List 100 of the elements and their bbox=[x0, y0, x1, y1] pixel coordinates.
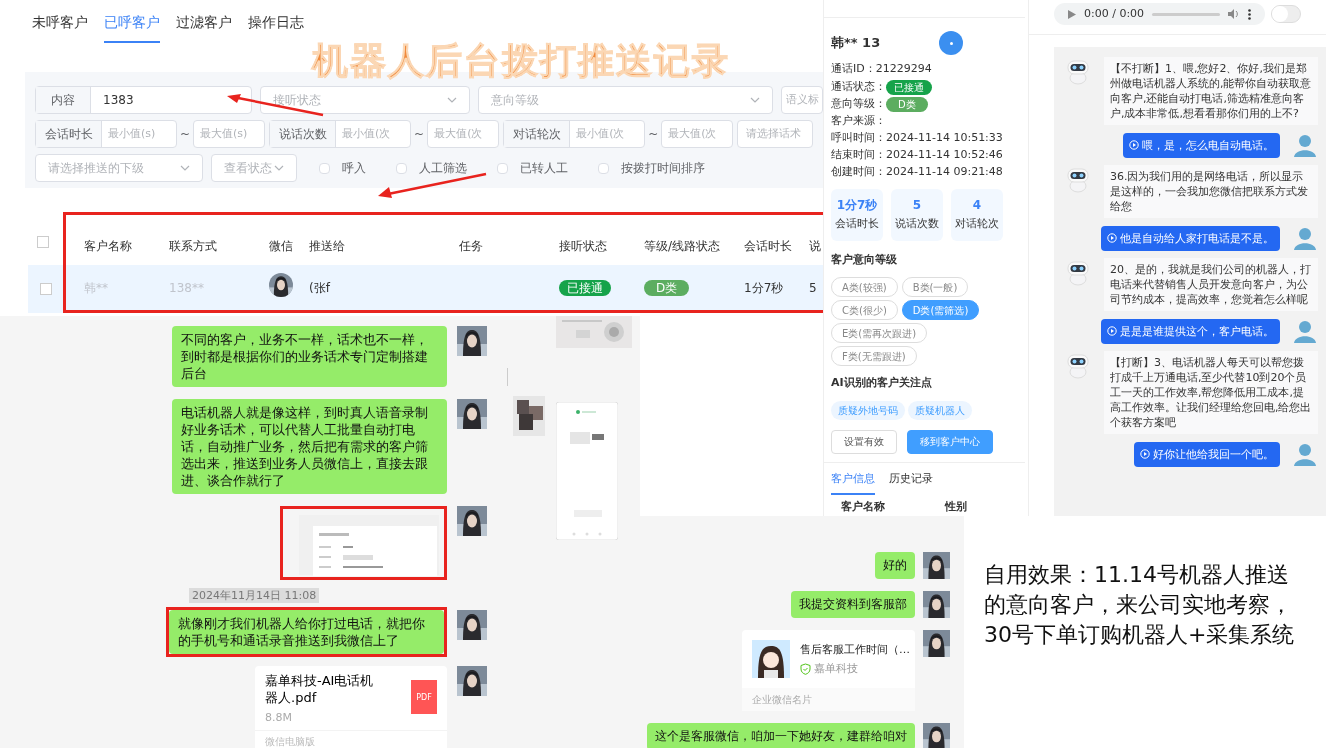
chat-bubble: 好的 bbox=[875, 552, 915, 579]
column-header: 会话时长 bbox=[744, 238, 793, 255]
chat-bubble: 电话机器人就是像这样，到时真人语音录制好业务话术，可以代替人工批量自动打电话，自动推广业务，然后把有需求的客户筛选出来，推送到业务人员微信上，直接去跟进、谈合作就行了 bbox=[172, 399, 447, 494]
contact-company: 嘉单科技 bbox=[814, 661, 858, 677]
user-icon bbox=[1292, 132, 1318, 158]
chat-bubble: 这个是客服微信，咱加一下她好友，建群给咱对 bbox=[647, 723, 915, 748]
select-field[interactable]: 语义标 bbox=[781, 86, 823, 114]
timestamp: 2024年11月14日 11:08 bbox=[189, 588, 320, 603]
play-circle-icon bbox=[1129, 140, 1139, 150]
max-field[interactable]: 最大值(次 bbox=[661, 120, 734, 148]
tab[interactable]: 操作日志 bbox=[248, 12, 304, 43]
row-checkbox[interactable] bbox=[40, 283, 52, 295]
audio-player[interactable]: 0:00 / 0:00 bbox=[1054, 3, 1265, 25]
voice-message[interactable]: 好你让他给我回一个吧。 bbox=[1134, 441, 1280, 467]
header-checkbox[interactable] bbox=[37, 235, 49, 248]
column-header: 客户名称 bbox=[84, 238, 133, 255]
content-field[interactable]: 内容 1383 bbox=[35, 86, 253, 114]
field-value: 1383 bbox=[102, 92, 135, 109]
file-card[interactable]: 嘉单科技-AI电话机器人.pdf 8.8M PDF 微信电脑版 bbox=[255, 666, 447, 748]
table-cell-text: (张f bbox=[309, 279, 332, 297]
voice-message[interactable]: 他是自动给人家打电话是不是。 bbox=[1101, 225, 1280, 251]
robot-message: 【打断】3、电话机器人每天可以帮您拨打成千上万通电话,至少代替10到20个员工一天的工作效率,帮您降低用工成本,提高工作效率。让我们经理给您回电,给您出个获客方案吧 bbox=[1104, 351, 1318, 434]
field-label: 通话状态： bbox=[831, 79, 886, 96]
tab[interactable]: 过滤客户 bbox=[176, 12, 232, 43]
volume-icon[interactable] bbox=[1228, 9, 1240, 19]
voice-message[interactable]: 喂，是，怎么电自动电话。 bbox=[1123, 132, 1280, 158]
column-header: 说 bbox=[809, 238, 822, 255]
section-title: 客户意向等级 bbox=[831, 251, 898, 268]
chevron-down-icon bbox=[446, 97, 457, 103]
intent-option[interactable]: A类(较强) bbox=[831, 277, 898, 297]
call-id: 通话ID：21229294 bbox=[831, 61, 933, 77]
avatar bbox=[457, 666, 487, 696]
play-icon[interactable] bbox=[1068, 9, 1076, 19]
avatar bbox=[457, 610, 487, 640]
action-button[interactable]: 设置有效 bbox=[831, 429, 897, 454]
intent-option[interactable]: F类(无需跟进) bbox=[831, 346, 917, 366]
note-text: 自用效果：11.14号机器人推送的意向客户，来公司实地考察，30号下单订购机器人+采集系统 bbox=[984, 561, 1296, 649]
max-field[interactable]: 最大值(次 bbox=[427, 120, 500, 148]
column-header: 等级/线路状态 bbox=[644, 238, 722, 255]
card-footer: 企业微信名片 bbox=[742, 688, 915, 711]
play-circle-icon bbox=[1107, 326, 1117, 336]
robot-icon bbox=[1064, 258, 1092, 286]
select-field[interactable]: 请选择话术 bbox=[737, 120, 814, 148]
select-field[interactable]: 查看状态 bbox=[211, 154, 297, 182]
field-value: 2024-11-14 10:52:46 bbox=[886, 147, 1003, 164]
avatar bbox=[269, 273, 293, 297]
max-field[interactable]: 最大值(s) bbox=[193, 120, 266, 148]
field-value: 2024-11-14 09:21:48 bbox=[886, 164, 1003, 181]
range-separator: ~ bbox=[648, 126, 659, 143]
file-name: 嘉单科技-AI电话机器人.pdf bbox=[265, 672, 375, 706]
tag: 质疑外地号码 bbox=[831, 400, 905, 420]
checkbox[interactable]: 人工筛选 bbox=[396, 159, 467, 177]
tab[interactable]: 未呼客户 bbox=[32, 12, 88, 43]
more-icon[interactable] bbox=[1248, 8, 1251, 20]
checkbox[interactable]: 已转人工 bbox=[497, 159, 568, 177]
avatar bbox=[457, 326, 487, 356]
grade-badge: D类 bbox=[644, 279, 690, 296]
card-footer: 微信电脑版 bbox=[255, 730, 447, 748]
chevron-down-icon bbox=[274, 165, 284, 171]
intent-option[interactable]: B类(一般) bbox=[901, 277, 969, 297]
robot-message: 20、是的，我就是我们公司的机器人，打电话来代替销售人员开发意向客户，为公司节约成本，提高效率，您觉着怎么样呢 bbox=[1104, 258, 1318, 311]
section-title: AI识别的客户关注点 bbox=[831, 375, 933, 391]
tab[interactable]: 客户信息 bbox=[831, 470, 875, 495]
intent-option[interactable]: C类(很少) bbox=[831, 300, 898, 320]
column-header: 客户名称 bbox=[841, 499, 885, 515]
avatar bbox=[457, 506, 487, 536]
checkbox[interactable]: 呼入 bbox=[319, 159, 366, 177]
column-header: 微信 bbox=[269, 238, 294, 255]
table-cell-text: 1分7秒 bbox=[744, 279, 785, 297]
play-circle-icon bbox=[1140, 449, 1150, 459]
voice-message[interactable]: 是是是谁提供这个，客户电话。 bbox=[1101, 318, 1280, 344]
time-display: 0:00 / 0:00 bbox=[1084, 5, 1145, 22]
checkbox[interactable]: 按拨打时间排序 bbox=[598, 159, 705, 177]
field-label: 结束时间： bbox=[831, 147, 886, 164]
avatar bbox=[457, 399, 487, 429]
select-field[interactable]: 意向等级 bbox=[477, 86, 773, 114]
action-button[interactable]: 移到客户中心 bbox=[907, 429, 993, 454]
toggle-switch[interactable] bbox=[1271, 5, 1301, 23]
stat-value: 1分7秒 bbox=[836, 197, 878, 215]
select-field[interactable]: 接听状态 bbox=[260, 86, 470, 114]
column-header: 接听状态 bbox=[559, 238, 608, 255]
select-field[interactable]: 请选择推送的下级 bbox=[35, 154, 203, 182]
file-size: 8.8M bbox=[265, 710, 293, 726]
tag: 质疑机器人 bbox=[908, 400, 972, 420]
field-label: 内容 bbox=[36, 87, 91, 113]
intent-option[interactable]: E类(需再次跟进) bbox=[831, 323, 928, 343]
grade-badge: D类 bbox=[886, 97, 928, 112]
robot-icon bbox=[1064, 57, 1092, 85]
call-button[interactable] bbox=[939, 31, 963, 55]
stat-label: 对话轮次 bbox=[955, 216, 999, 233]
pdf-icon: PDF bbox=[411, 680, 437, 714]
column-header: 任务 bbox=[459, 238, 484, 255]
banner-title: 机器人后台拨打推送记录 bbox=[312, 39, 730, 83]
contact-card[interactable]: 售后客服工作时间（… 嘉单科技 企业微信名片 bbox=[742, 630, 915, 711]
tab[interactable]: 已呼客户 bbox=[104, 12, 160, 43]
avatar bbox=[923, 723, 950, 748]
field-label: 呼叫时间： bbox=[831, 130, 886, 147]
chevron-down-icon bbox=[750, 97, 760, 103]
tab[interactable]: 历史记录 bbox=[889, 470, 933, 495]
intent-option[interactable]: D类(需筛选) bbox=[901, 300, 980, 320]
